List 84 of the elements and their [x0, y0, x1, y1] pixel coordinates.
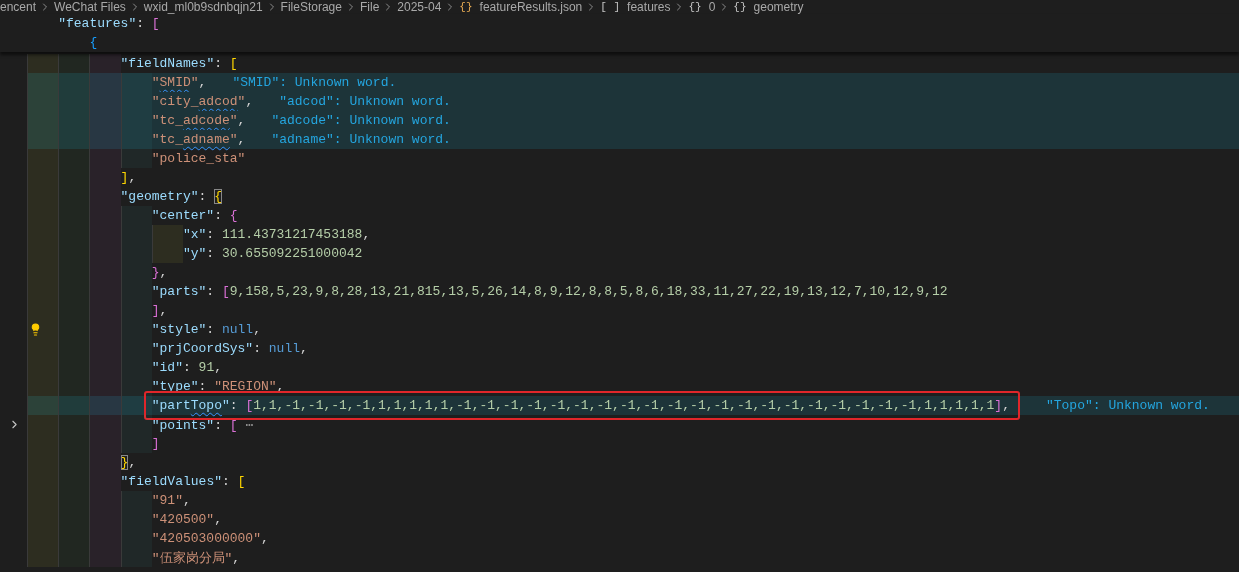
indent-band — [89, 130, 121, 149]
code-line: "91", — [151, 493, 191, 508]
indent-band — [89, 396, 121, 415]
symbol-icon: [ ] — [600, 0, 621, 14]
indent-band — [89, 415, 121, 434]
breadcrumb-item[interactable]: geometry — [753, 0, 804, 14]
code-line: "style": null, — [151, 322, 261, 337]
code-line: "tc_adcode", — [151, 113, 246, 128]
indent-band — [120, 149, 152, 168]
breadcrumb-item[interactable]: encent — [0, 0, 37, 14]
code-line: "city_adcod", — [151, 94, 254, 109]
indent-band — [58, 377, 90, 396]
indent-band — [27, 377, 59, 396]
indent-band — [89, 54, 121, 73]
breadcrumb-item[interactable]: WeChat Files — [54, 0, 126, 14]
code-line: "parts": [9,158,5,23,9,8,28,13,21,815,13,5,26,14,8,9,12,8,8,5,8,6,18,33,11,27,22,19,13,12,7,10,12,9,12 — [151, 284, 948, 299]
code-line: { — [89, 35, 98, 50]
code-line: "x": 111.43731217453188, — [182, 227, 371, 242]
code-line: "SMID", — [151, 75, 207, 90]
code-line: "features": [ — [58, 16, 160, 31]
code-line: "police_sta" — [151, 151, 246, 166]
indent-band — [89, 377, 121, 396]
code-line: "420500", — [151, 512, 222, 527]
breadcrumb-item[interactable]: wxid_ml0b9sdnbqjn21 — [143, 0, 263, 14]
breadcrumb-item[interactable]: features — [627, 0, 671, 14]
indent-band — [151, 244, 183, 263]
breadcrumb-item[interactable]: featureResults.json — [479, 0, 583, 14]
indent-band — [120, 434, 152, 453]
spell-warning: "adcod": Unknown word. — [279, 94, 451, 109]
spell-warning: "SMID": Unknown word. — [232, 75, 397, 90]
code-line: "center": { — [151, 208, 238, 223]
indent-band — [89, 73, 121, 92]
indent-band — [120, 548, 152, 567]
breadcrumb-item[interactable]: FileStorage — [280, 0, 342, 14]
code-line: "points": [ ⋯ — [151, 416, 254, 433]
code-line: "id": 91, — [151, 360, 222, 375]
indent-band — [27, 396, 59, 415]
code-line: }, — [120, 455, 137, 470]
code-line: "partTopo": [1,1,-1,-1,-1,-1,1,1,1,1,1,-1,-1,-1,-1,-1,-1,-1,-1,-1,-1,-1,-1,-1,-1,-1,-1,-1,-1,-1,-1,1,1,1,1,1], — [151, 398, 1010, 413]
indent-band — [151, 225, 183, 244]
indent-band — [58, 415, 90, 434]
indent-band — [27, 415, 59, 434]
spell-warning: "adcode": Unknown word. — [271, 113, 451, 128]
breadcrumb-item[interactable]: 2025-04 — [397, 0, 442, 14]
indent-band — [27, 149, 59, 168]
code-line: "伍家岗分局", — [151, 549, 241, 567]
breadcrumb-item[interactable]: File — [359, 0, 380, 14]
indent-band — [58, 54, 90, 73]
indent-band — [58, 149, 90, 168]
indent-band — [120, 206, 152, 225]
indent-band — [89, 149, 121, 168]
breadcrumb-item[interactable]: 0 — [708, 0, 716, 14]
indent-band — [120, 130, 152, 149]
indent-band — [27, 130, 59, 149]
code-line: "geometry": { — [120, 189, 222, 204]
indent-band — [27, 54, 59, 73]
indent-band — [58, 396, 90, 415]
indent-band — [120, 491, 152, 510]
indent-band — [58, 548, 90, 567]
indent-band — [27, 548, 59, 567]
lightbulb-icon[interactable] — [29, 323, 42, 336]
symbol-icon: {} — [733, 0, 747, 14]
code-line: }, — [151, 265, 168, 280]
code-line: "fieldNames": [ — [120, 56, 238, 71]
code-line: ], — [151, 303, 168, 318]
spell-warning: "adname": Unknown word. — [271, 132, 451, 147]
indent-band — [58, 73, 90, 92]
indent-band — [27, 73, 59, 92]
indent-band — [89, 548, 121, 567]
indent-band — [120, 73, 152, 92]
symbol-icon: {} — [688, 0, 702, 14]
spell-warning: "Topo": Unknown word. — [1045, 398, 1210, 413]
code-line: "prjCoordSys": null, — [151, 341, 308, 356]
code-line: "420503000000", — [151, 531, 269, 546]
indent-band — [120, 396, 152, 415]
indent-band — [58, 130, 90, 149]
code-line: "y": 30.655092251000042 — [182, 246, 363, 261]
indent-band — [120, 415, 152, 434]
code-line: "fieldValues": [ — [120, 474, 246, 489]
json-file-icon: {} — [459, 0, 473, 14]
code-line: ] — [151, 436, 160, 451]
code-line: "tc_adname", — [151, 132, 246, 147]
code-line: ], — [120, 170, 137, 185]
indent-band — [120, 377, 152, 396]
